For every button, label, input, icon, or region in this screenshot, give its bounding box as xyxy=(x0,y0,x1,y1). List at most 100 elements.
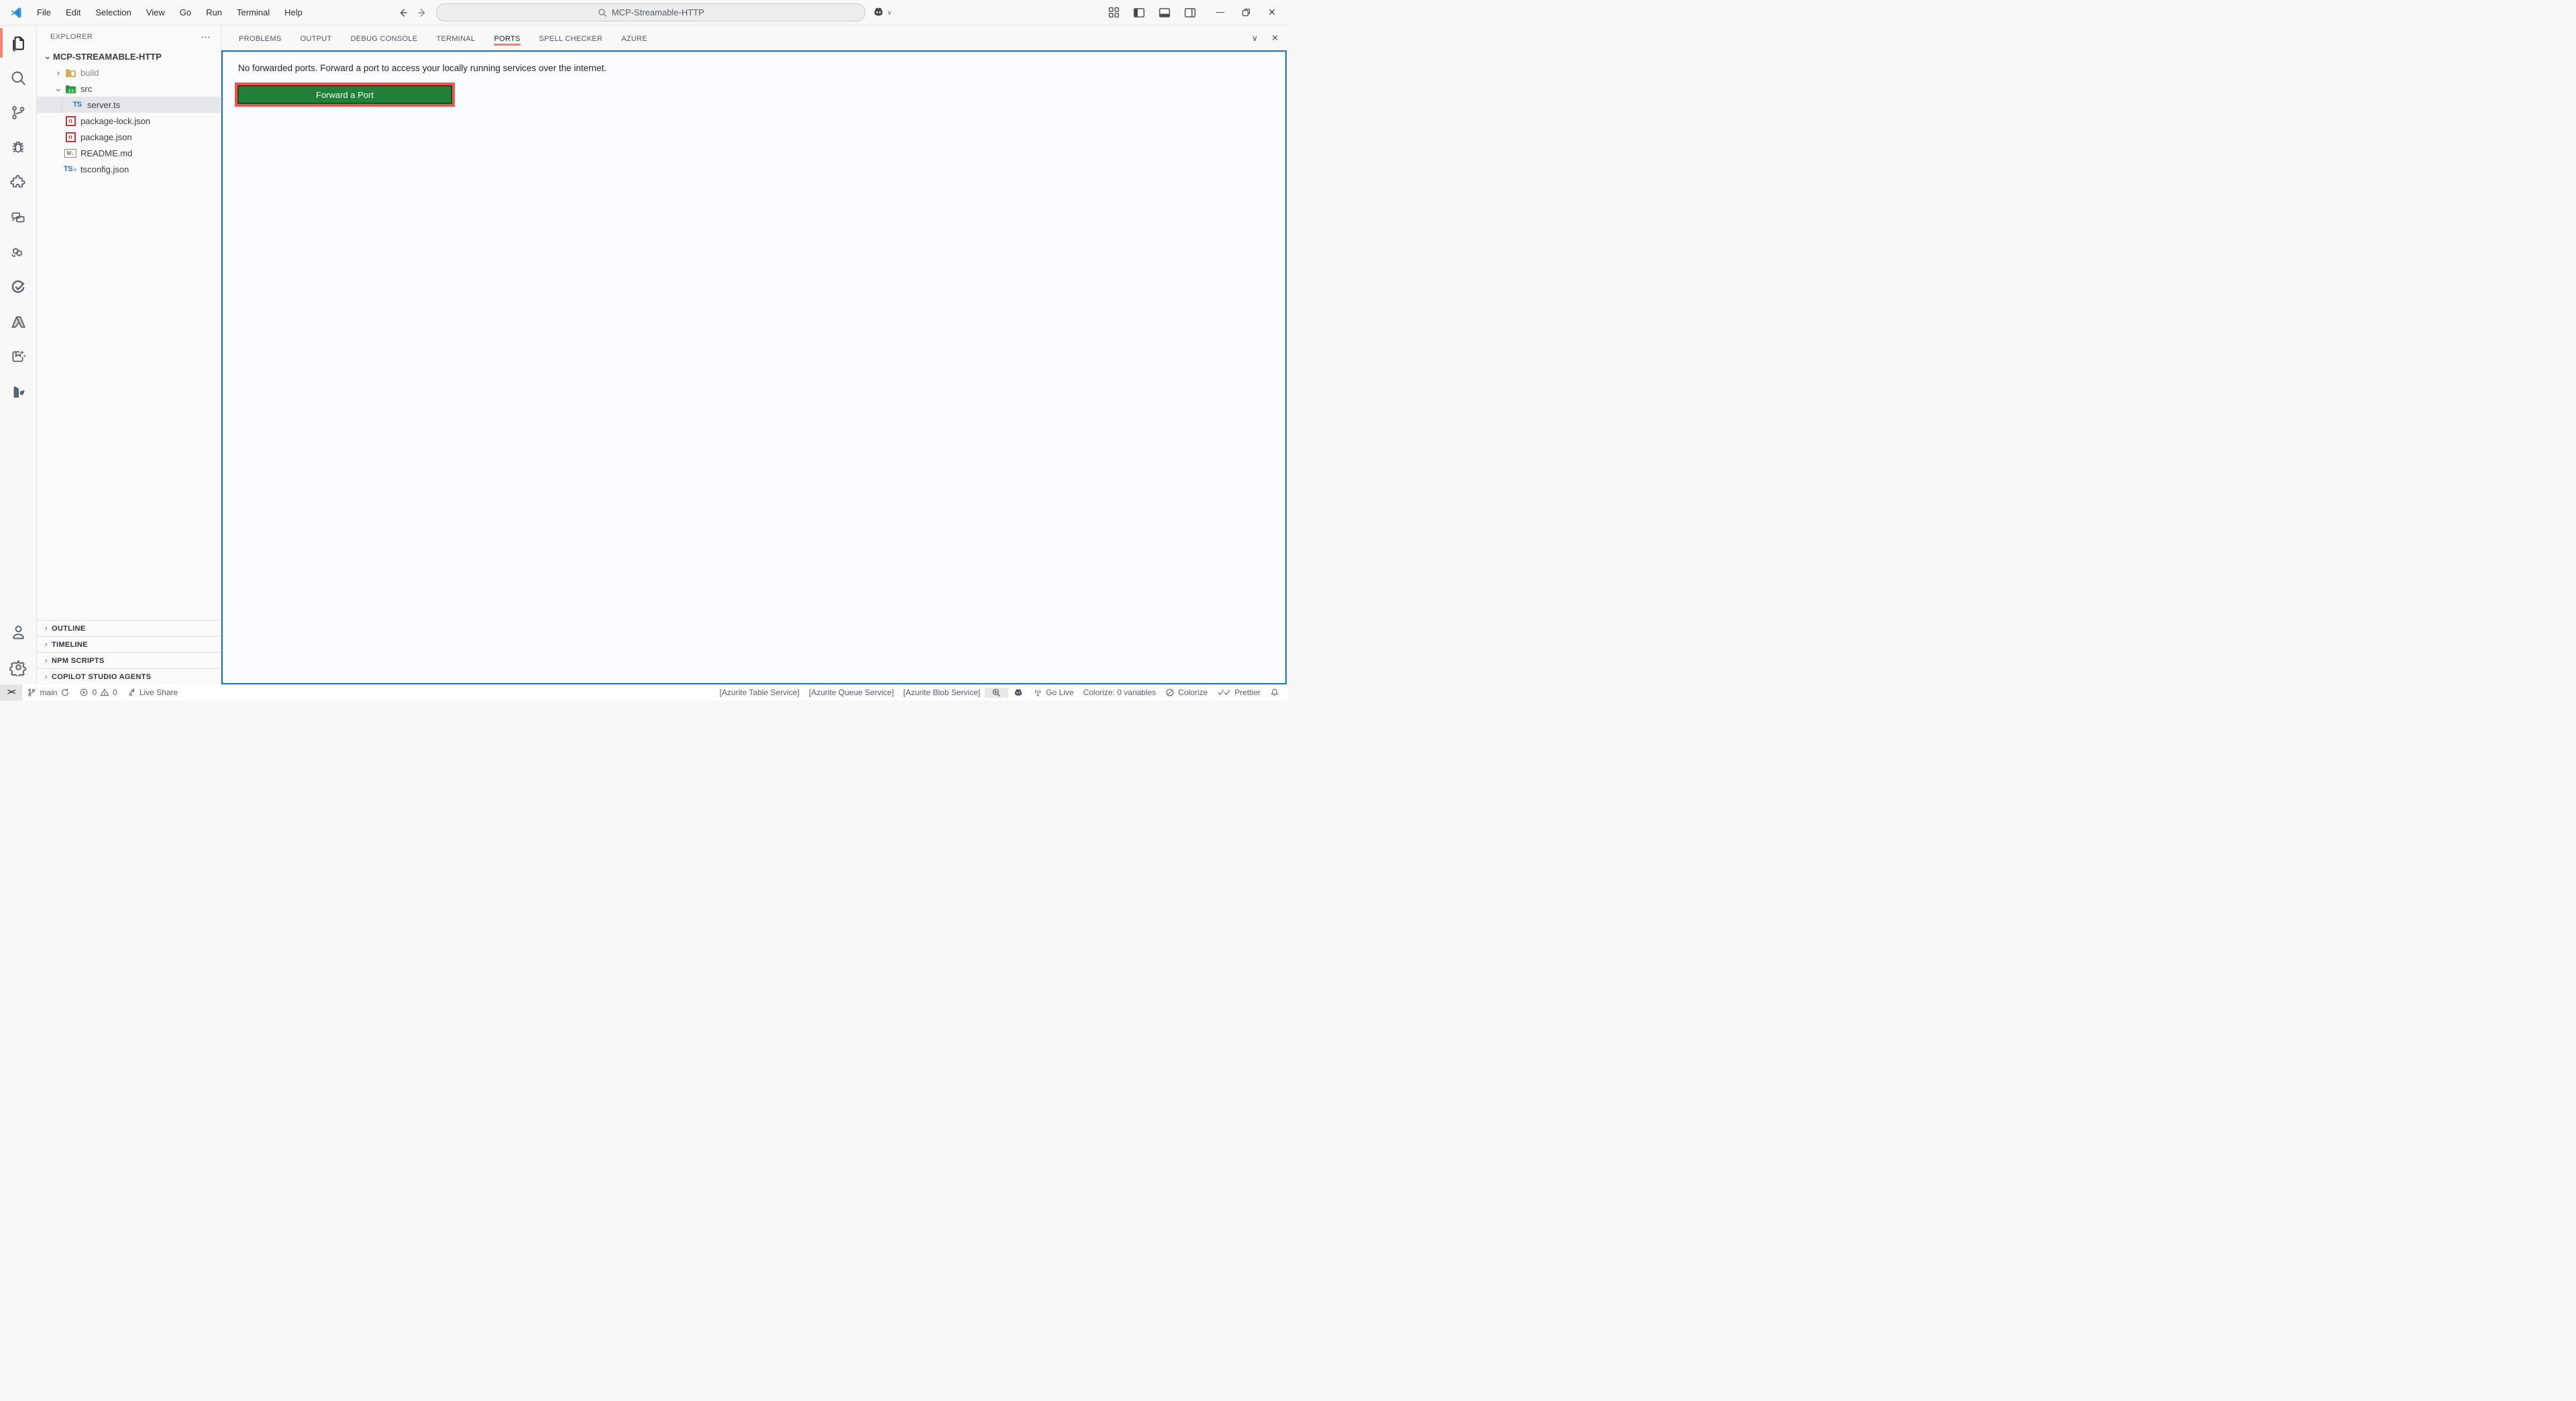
nav-back-icon[interactable] xyxy=(396,6,409,19)
more-actions-icon[interactable]: ⋯ xyxy=(201,31,211,43)
tab-spell-checker[interactable]: SPELL CHECKER xyxy=(539,28,603,48)
activity-power-fx[interactable] xyxy=(0,374,36,409)
tree-item-label: README.md xyxy=(80,148,132,158)
menu-run[interactable]: Run xyxy=(200,5,228,20)
activity-copilot-studio[interactable] xyxy=(0,340,36,374)
azurite-queue-status[interactable]: [Azurite Queue Service] xyxy=(804,688,899,697)
colorize-variables-status[interactable]: Colorize: 0 variables xyxy=(1079,688,1161,697)
broadcast-icon xyxy=(1033,688,1042,697)
minimize-icon[interactable] xyxy=(1216,12,1224,13)
tab-debug-console[interactable]: DEBUG CONSOLE xyxy=(351,28,418,48)
tab-terminal[interactable]: TERMINAL xyxy=(436,28,475,48)
activity-source-control[interactable] xyxy=(0,95,36,130)
activity-explorer[interactable] xyxy=(0,25,36,60)
branch-name: main xyxy=(40,688,57,697)
activity-azure[interactable] xyxy=(0,305,36,340)
tree-item-label: package.json xyxy=(80,132,132,142)
menu-go[interactable]: Go xyxy=(174,5,197,20)
folder-src-icon xyxy=(64,84,77,94)
account-button[interactable] xyxy=(0,615,36,650)
menu-terminal[interactable]: Terminal xyxy=(231,5,276,20)
azurite-table-status[interactable]: [Azurite Table Service] xyxy=(715,688,804,697)
toggle-panel-icon[interactable] xyxy=(1159,7,1171,19)
restore-icon[interactable] xyxy=(1242,8,1250,17)
vscode-logo-icon xyxy=(9,6,23,19)
live-share-status[interactable]: Live Share xyxy=(122,684,182,701)
tab-ports[interactable]: PORTS xyxy=(494,28,520,48)
nav-forward-icon[interactable] xyxy=(416,6,429,19)
bottom-panel: PROBLEMS OUTPUT DEBUG CONSOLE TERMINAL P… xyxy=(221,25,1288,684)
close-window-icon[interactable]: ✕ xyxy=(1268,7,1276,18)
menu-selection[interactable]: Selection xyxy=(89,5,137,20)
tree-item-tsconfig[interactable]: TS tsconfig.json xyxy=(37,161,221,177)
tree-root-folder[interactable]: ⌄ MCP-STREAMABLE-HTTP xyxy=(37,48,221,64)
branch-status[interactable]: main xyxy=(22,684,74,701)
problems-status[interactable]: 0 0 xyxy=(74,684,121,701)
zoom-indicator[interactable] xyxy=(985,688,1008,698)
linked-hexagons-icon xyxy=(9,244,27,261)
settings-button[interactable] xyxy=(0,650,36,684)
activity-power-platform[interactable] xyxy=(0,200,36,235)
customize-layout-icon[interactable] xyxy=(1108,7,1120,18)
tree-item-label: src xyxy=(80,84,92,94)
prettier-status[interactable]: Prettier xyxy=(1212,688,1265,697)
tree-item-label: build xyxy=(80,68,99,78)
ports-view: No forwarded ports. Forward a port to ac… xyxy=(221,50,1287,684)
colorize-label: Colorize xyxy=(1178,688,1208,697)
ports-empty-message: No forwarded ports. Forward a port to ac… xyxy=(223,52,1285,73)
section-outline[interactable]: › OUTLINE xyxy=(37,620,221,636)
prettier-label: Prettier xyxy=(1234,688,1260,697)
sidebar-title: EXPLORER xyxy=(50,33,93,41)
tree-item-readme[interactable]: M↓ README.md xyxy=(37,145,221,161)
menu-edit[interactable]: Edit xyxy=(60,5,87,20)
tree-item-label: package-lock.json xyxy=(80,116,150,126)
menu-help[interactable]: Help xyxy=(278,5,309,20)
warning-icon xyxy=(100,688,109,697)
search-icon xyxy=(598,8,607,17)
annotation-highlight-box: Forward a Port xyxy=(235,83,455,107)
warning-count: 0 xyxy=(113,688,117,697)
tab-output[interactable]: OUTPUT xyxy=(301,28,332,48)
forward-port-button[interactable]: Forward a Port xyxy=(237,85,452,104)
go-live-status[interactable]: Go Live xyxy=(1028,688,1078,697)
markdown-icon: M↓ xyxy=(64,149,77,158)
npm-icon: n xyxy=(64,116,77,126)
copilot-status[interactable] xyxy=(1008,687,1028,698)
power-platform-icon xyxy=(9,209,27,226)
close-panel-icon[interactable]: ✕ xyxy=(1271,33,1279,44)
bell-icon xyxy=(1270,688,1279,697)
tree-item-build[interactable]: › build xyxy=(37,64,221,81)
live-share-label: Live Share xyxy=(140,688,178,697)
command-center-search[interactable]: MCP-Streamable-HTTP xyxy=(436,3,865,21)
tab-azure[interactable]: AZURE xyxy=(621,28,647,48)
hide-panel-icon[interactable]: ∨ xyxy=(1252,33,1258,44)
activity-extensions[interactable] xyxy=(0,165,36,200)
zoom-in-icon xyxy=(991,688,1002,698)
npm-icon: n xyxy=(64,132,77,142)
colorize-status[interactable]: Colorize xyxy=(1161,688,1212,697)
toggle-primary-sidebar-icon[interactable] xyxy=(1133,7,1145,19)
remote-icon: >< xyxy=(7,688,15,696)
typescript-config-icon: TS xyxy=(64,165,77,173)
section-timeline[interactable]: › TIMELINE xyxy=(37,636,221,652)
menu-file[interactable]: File xyxy=(31,5,57,20)
activity-dataverse[interactable] xyxy=(0,235,36,270)
copilot-button[interactable]: ∨ xyxy=(872,6,892,19)
tree-item-server-ts[interactable]: TS server.ts xyxy=(37,97,221,113)
tree-item-package-lock[interactable]: n package-lock.json xyxy=(37,113,221,129)
activity-search[interactable] xyxy=(0,60,36,95)
tree-item-package-json[interactable]: n package.json xyxy=(37,129,221,145)
activity-run-debug[interactable] xyxy=(0,130,36,165)
remote-indicator[interactable]: >< xyxy=(0,684,22,701)
activity-checker[interactable] xyxy=(0,270,36,305)
azurite-blob-status[interactable]: [Azurite Blob Service] xyxy=(899,688,985,697)
gear-icon xyxy=(9,658,28,676)
tab-problems[interactable]: PROBLEMS xyxy=(239,28,282,48)
double-check-icon xyxy=(1217,688,1231,697)
notifications-button[interactable] xyxy=(1265,688,1284,697)
menu-view[interactable]: View xyxy=(140,5,171,20)
section-copilot-studio-agents[interactable]: › COPILOT STUDIO AGENTS xyxy=(37,668,221,684)
toggle-secondary-sidebar-icon[interactable] xyxy=(1184,7,1196,19)
section-npm-scripts[interactable]: › NPM SCRIPTS xyxy=(37,652,221,668)
tree-item-src[interactable]: ⌄ src xyxy=(37,81,221,97)
